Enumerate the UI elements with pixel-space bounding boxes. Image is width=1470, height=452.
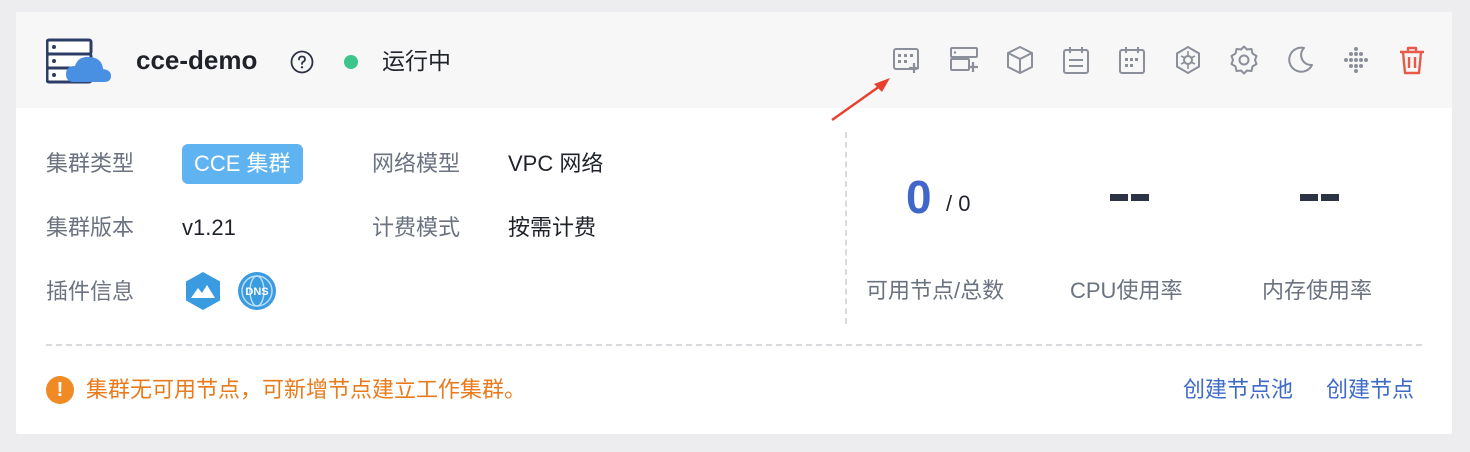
plugin-mountain-icon[interactable]	[182, 270, 224, 312]
status-dot	[344, 55, 358, 69]
version-value: v1.21	[182, 215, 236, 240]
plugin-dns-label: DNS	[245, 286, 268, 298]
moon-icon[interactable]	[1280, 40, 1320, 80]
cluster-card: cce-demo 运行中 集群类型 CCE 集群 网络模型 VPC 网络 集群版…	[16, 12, 1452, 434]
cluster-header: cce-demo 运行中	[16, 12, 1452, 108]
horizontal-divider	[46, 344, 1422, 346]
plugins-label: 插件信息	[46, 279, 135, 304]
cpu-label: CPU使用率	[1070, 278, 1183, 303]
add-nodepool-icon[interactable]	[944, 40, 984, 80]
network-model-label: 网络模型	[372, 151, 461, 176]
vertical-divider	[845, 132, 847, 324]
cluster-type-tag: CCE 集群	[182, 144, 303, 184]
cluster-name: cce-demo	[136, 45, 258, 75]
help-icon[interactable]	[290, 50, 314, 74]
annotation-arrow-icon	[831, 78, 890, 121]
mem-usage-value	[1300, 194, 1340, 204]
mem-label: 内存使用率	[1262, 278, 1373, 303]
warning-text: 集群无可用节点，可新增节点建立工作集群。	[86, 377, 527, 402]
trash-icon[interactable]	[1392, 40, 1432, 80]
network-model-value: VPC 网络	[508, 151, 604, 176]
nodes-label: 可用节点/总数	[866, 278, 1005, 303]
create-node-link[interactable]: 创建节点	[1326, 376, 1414, 404]
network-icon[interactable]	[1168, 40, 1208, 80]
version-label: 集群版本	[46, 215, 135, 240]
cluster-type-label: 集群类型	[46, 151, 135, 176]
dots-grid-icon[interactable]	[1336, 40, 1376, 80]
calendar-icon[interactable]	[1056, 40, 1096, 80]
billing-label: 计费模式	[372, 215, 461, 240]
billing-value: 按需计费	[508, 215, 597, 240]
warning-icon: !	[46, 376, 74, 404]
settings-icon[interactable]	[1224, 40, 1264, 80]
add-node-grid-icon[interactable]	[887, 40, 927, 80]
plugin-dns-icon[interactable]: DNS	[236, 270, 278, 312]
create-nodepool-link[interactable]: 创建节点池	[1183, 376, 1293, 404]
cube-icon[interactable]	[1000, 40, 1040, 80]
cluster-status: 运行中	[382, 48, 451, 74]
calendar-list-icon[interactable]	[1112, 40, 1152, 80]
available-nodes-value: 0	[906, 171, 932, 223]
total-nodes-value: / 0	[946, 191, 971, 216]
cluster-server-icon	[46, 38, 111, 84]
cpu-usage-value	[1110, 194, 1150, 204]
